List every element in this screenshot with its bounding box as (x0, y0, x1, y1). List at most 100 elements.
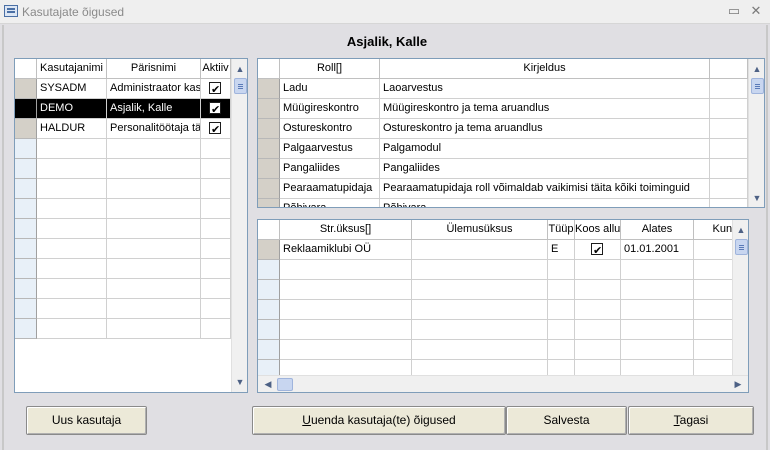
roles-grid[interactable]: Roll[] Kirjeldus Ladu Laoarvestus Müügires… (257, 58, 765, 208)
with-subunits-cell[interactable] (575, 300, 621, 320)
row-selector[interactable] (258, 119, 280, 139)
scroll-right-icon[interactable]: ▶ (730, 376, 746, 392)
table-row[interactable]: Pearaamatupidaja Pearaamatupidaja roll võ… (258, 179, 748, 199)
table-row[interactable] (15, 239, 231, 259)
fullname-cell[interactable]: Administraator kas (107, 79, 201, 99)
fullname-cell[interactable] (107, 239, 201, 259)
blank-cell[interactable] (710, 159, 748, 179)
role-cell[interactable]: Ladu (280, 79, 380, 99)
username-cell[interactable] (37, 139, 107, 159)
row-selector[interactable] (258, 179, 280, 199)
parent-unit-cell[interactable] (412, 280, 548, 300)
description-cell[interactable]: Pangaliides (380, 159, 710, 179)
col-header-active[interactable]: Aktiiv (201, 59, 231, 79)
units-horizontal-scrollbar[interactable]: ◀ ▶ (258, 375, 748, 392)
blank-cell[interactable] (710, 139, 748, 159)
fullname-cell[interactable] (107, 139, 201, 159)
role-cell[interactable]: Müügireskontro (280, 99, 380, 119)
row-selector[interactable] (15, 319, 37, 339)
col-header-fullname[interactable]: Pärisnimi (107, 59, 201, 79)
row-selector[interactable] (15, 259, 37, 279)
table-row[interactable]: Reklaamiklubi OÜ E 01.01.2001 (258, 240, 748, 260)
username-cell[interactable]: SYSADM (37, 79, 107, 99)
with-subunits-cell[interactable] (575, 240, 621, 260)
table-row[interactable] (15, 139, 231, 159)
table-row[interactable] (15, 279, 231, 299)
units-grid[interactable]: Str.üksus[] Ülemusüksus Tüüp Koos allu A… (257, 219, 749, 393)
fullname-cell[interactable] (107, 259, 201, 279)
col-header-with-subunits[interactable]: Koos allu (575, 220, 621, 240)
row-selector[interactable] (15, 239, 37, 259)
row-selector[interactable] (258, 340, 280, 360)
table-row[interactable] (15, 159, 231, 179)
fullname-cell[interactable] (107, 219, 201, 239)
row-selector[interactable] (258, 159, 280, 179)
row-selector[interactable] (15, 179, 37, 199)
table-row[interactable]: Müügireskontro Müügireskontro ja tema aru… (258, 99, 748, 119)
scroll-thumb[interactable] (234, 78, 247, 94)
scroll-left-icon[interactable]: ◀ (260, 376, 276, 392)
units-vertical-scrollbar[interactable]: ▲ (732, 220, 748, 375)
username-cell[interactable] (37, 219, 107, 239)
update-user-rights-button[interactable]: Uuenda kasutaja(te) õigused (252, 406, 506, 435)
description-cell[interactable]: Müügireskontro ja tema aruandlus (380, 99, 710, 119)
with-subunits-cell[interactable] (575, 260, 621, 280)
row-selector[interactable] (15, 99, 37, 119)
row-selector[interactable] (15, 119, 37, 139)
table-row[interactable] (15, 299, 231, 319)
role-cell[interactable]: Ostureskontro (280, 119, 380, 139)
new-user-button[interactable]: Uus kasutaja (26, 406, 147, 435)
username-cell[interactable]: HALDUR (37, 119, 107, 139)
col-header-from[interactable]: Alates (621, 220, 694, 240)
table-row[interactable]: Ostureskontro Ostureskontro ja tema aruan… (258, 119, 748, 139)
blank-cell[interactable] (710, 99, 748, 119)
row-selector[interactable] (15, 79, 37, 99)
table-row[interactable] (258, 300, 748, 320)
username-cell[interactable] (37, 239, 107, 259)
username-cell[interactable] (37, 319, 107, 339)
blank-cell[interactable] (710, 179, 748, 199)
type-cell[interactable] (548, 320, 575, 340)
from-date-cell[interactable] (621, 260, 694, 280)
roles-vertical-scrollbar[interactable]: ▲ ▼ (748, 59, 764, 207)
type-cell[interactable] (548, 280, 575, 300)
table-row[interactable] (15, 259, 231, 279)
role-cell[interactable]: Pangaliides (280, 159, 380, 179)
fullname-cell[interactable] (107, 319, 201, 339)
row-selector[interactable] (258, 99, 280, 119)
unit-cell[interactable] (280, 300, 412, 320)
parent-unit-cell[interactable] (412, 300, 548, 320)
col-header-username[interactable]: Kasutajanimi (37, 59, 107, 79)
active-checkbox[interactable] (209, 120, 221, 138)
active-cell[interactable] (201, 159, 231, 179)
active-cell[interactable] (201, 99, 231, 119)
with-subunits-cell[interactable] (575, 340, 621, 360)
with-subunits-cell[interactable] (575, 280, 621, 300)
role-cell[interactable]: Põhivara (280, 199, 380, 207)
row-selector[interactable] (258, 300, 280, 320)
table-row[interactable]: Pangaliides Pangaliides (258, 159, 748, 179)
description-cell[interactable]: Laoarvestus (380, 79, 710, 99)
parent-unit-cell[interactable] (412, 320, 548, 340)
active-checkbox[interactable] (209, 80, 221, 98)
fullname-cell[interactable]: Personalitöötaja tä (107, 119, 201, 139)
col-header-role[interactable]: Roll[] (280, 59, 380, 79)
scroll-up-icon[interactable]: ▲ (749, 61, 764, 77)
type-cell[interactable] (548, 340, 575, 360)
row-selector[interactable] (15, 219, 37, 239)
row-selector[interactable] (258, 79, 280, 99)
row-selector[interactable] (15, 159, 37, 179)
table-row[interactable] (258, 340, 748, 360)
active-cell[interactable] (201, 139, 231, 159)
row-selector[interactable] (258, 280, 280, 300)
type-cell[interactable]: E (548, 240, 575, 260)
col-header-type[interactable]: Tüüp (548, 220, 575, 240)
scroll-thumb[interactable] (735, 239, 748, 255)
parent-unit-cell[interactable] (412, 260, 548, 280)
active-cell[interactable] (201, 319, 231, 339)
parent-unit-cell[interactable] (412, 240, 548, 260)
table-row[interactable]: Palgaarvestus Palgamodul (258, 139, 748, 159)
active-checkbox[interactable] (209, 100, 221, 118)
table-row[interactable] (258, 260, 748, 280)
active-cell[interactable] (201, 199, 231, 219)
